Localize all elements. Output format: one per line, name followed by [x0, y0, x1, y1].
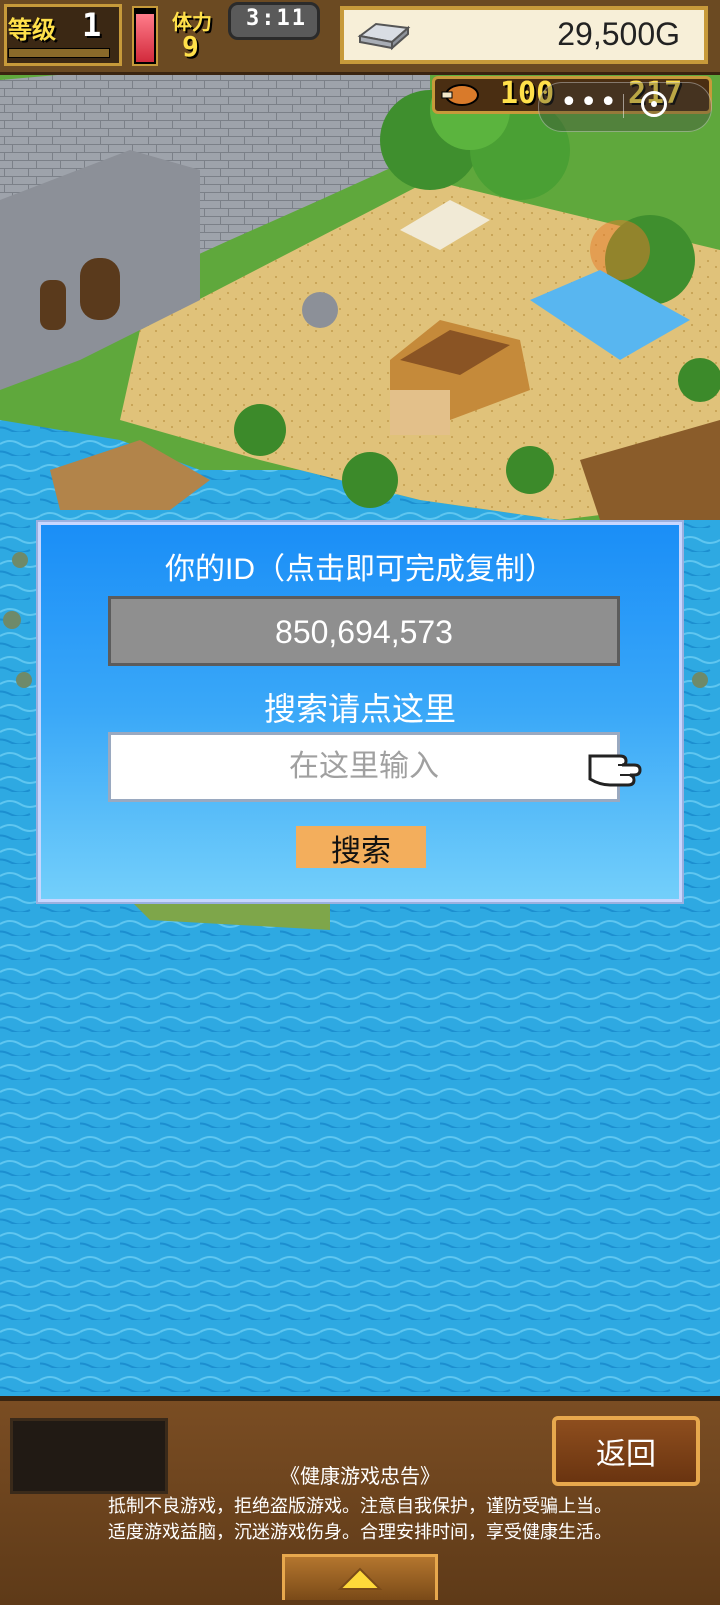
food-icon — [441, 84, 479, 106]
more-dots-icon[interactable]: ••• — [560, 88, 619, 118]
search-input[interactable] — [108, 732, 620, 802]
hp-fill — [136, 14, 154, 62]
pointing-hand-icon — [588, 754, 642, 787]
health-notice-line-2: 适度游戏益脑，沉迷游戏伤身。合理安排时间，享受健康生活。 — [108, 1522, 612, 1542]
level-label: 等级 — [8, 16, 56, 44]
search-title: 搜索请点这里 — [263, 691, 456, 727]
stamina-value: 9 — [182, 30, 199, 63]
level-value: 1 — [82, 6, 102, 44]
triangle-up-icon — [337, 1567, 383, 1590]
clock-time: 3:11 — [246, 6, 307, 31]
search-button[interactable]: 搜索 — [296, 826, 426, 868]
health-notice-title: 《健康游戏忠告》 — [280, 1466, 440, 1488]
close-circle-dot — [651, 101, 657, 107]
id-value[interactable]: 850,694,573 — [108, 614, 620, 651]
capsule-divider — [623, 94, 624, 118]
expand-menu-button[interactable] — [282, 1554, 438, 1600]
exp-bar — [8, 48, 110, 58]
gold-amount: 29,500G — [557, 16, 680, 52]
silver-bar-icon — [357, 22, 411, 51]
your-id-title: 你的ID（点击即可完成复制） — [165, 553, 555, 586]
health-notice-line-1: 抵制不良游戏，拒绝盗版游戏。注意自我保护，谨防受骗上当。 — [108, 1496, 612, 1516]
